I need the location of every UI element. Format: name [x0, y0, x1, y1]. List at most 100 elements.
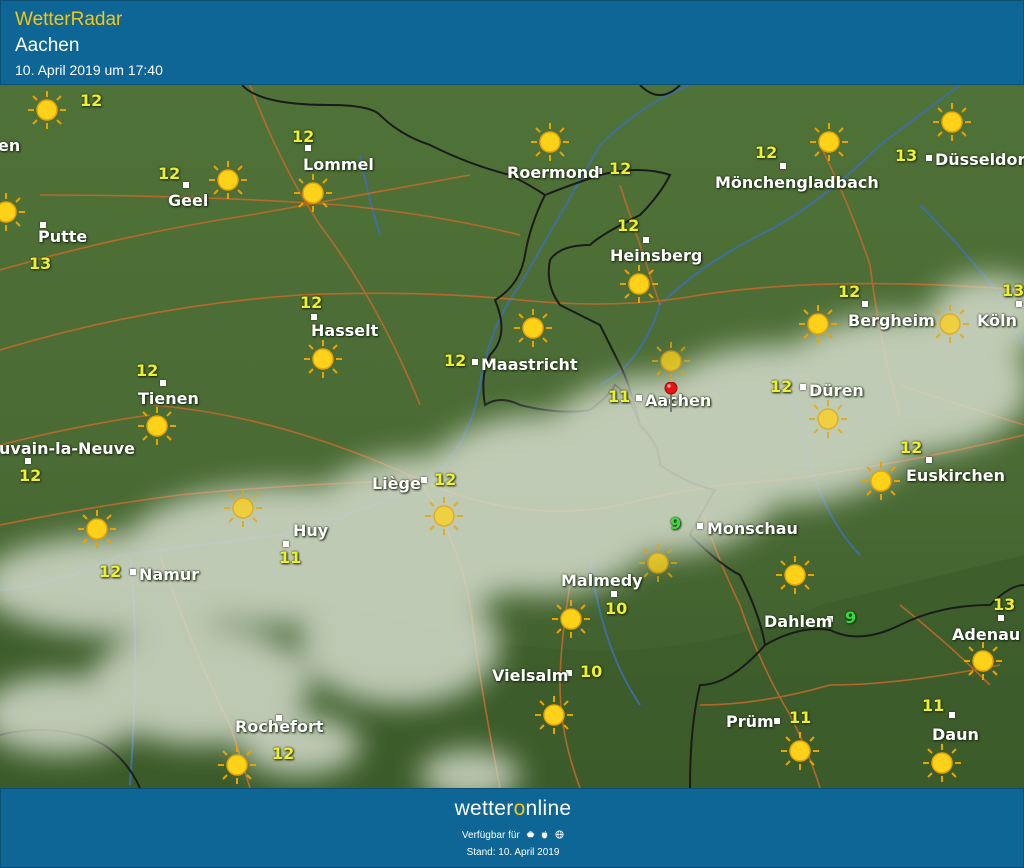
header-bar: WetterRadar Aachen 10. April 2019 um 17:…	[0, 0, 1024, 85]
temperature-label: 12	[755, 143, 778, 162]
sun-icon	[138, 407, 176, 445]
data-timestamp: Stand: 10. April 2019	[466, 847, 560, 858]
weather-map[interactable]: en Lommel Geel Putte Hasselt Tienen uvai…	[0, 85, 1024, 788]
location-pin-icon[interactable]	[664, 382, 678, 412]
temperature-label: 11	[922, 696, 945, 715]
temperature-label: 12	[272, 744, 295, 763]
city-label-daun[interactable]: Daun	[932, 725, 979, 744]
sun-icon	[552, 600, 590, 638]
timestamp: 10. April 2019 um 17:40	[15, 62, 163, 78]
city-dot	[697, 523, 703, 529]
brand-suffix: nline	[525, 797, 572, 820]
web-icon[interactable]	[555, 830, 564, 839]
city-dot	[926, 457, 932, 463]
city-label-adenau[interactable]: Adenau	[952, 625, 1020, 644]
city-label-bergheim[interactable]: Bergheim	[848, 311, 935, 330]
sun-icon	[652, 342, 690, 380]
city-label-geel[interactable]: Geel	[168, 191, 208, 210]
sun-icon	[933, 103, 971, 141]
temperature-label: 13	[993, 595, 1016, 614]
city-label-mgladbach[interactable]: Mönchengladbach	[715, 173, 879, 192]
brand-o: o	[513, 797, 526, 820]
sun-icon	[224, 489, 262, 527]
available-label: Verfügbar für	[461, 830, 520, 841]
sun-icon	[964, 642, 1002, 680]
temperature-label: 12	[900, 438, 923, 457]
city-label-heinsberg[interactable]: Heinsberg	[610, 246, 702, 265]
city-label-monschau[interactable]: Monschau	[707, 519, 798, 538]
sun-icon	[304, 340, 342, 378]
sun-icon	[514, 309, 552, 347]
temperature-label: 12	[300, 293, 323, 312]
city-dot	[421, 477, 427, 483]
temperature-label: 13	[895, 146, 918, 165]
city-label-dahlem[interactable]: Dahlem	[764, 612, 832, 631]
city-label-namur[interactable]: Namur	[139, 565, 199, 584]
city-label-vielsalm[interactable]: Vielsalm	[492, 666, 568, 685]
temperature-label: 12	[99, 562, 122, 581]
temperature-label: 9	[670, 514, 682, 533]
sun-icon	[931, 305, 969, 343]
temperature-label: 13	[29, 254, 52, 273]
sun-icon	[809, 400, 847, 438]
city-dot	[800, 384, 806, 390]
temperature-label: 11	[279, 548, 302, 567]
sun-icon	[923, 744, 961, 782]
city-label-liege[interactable]: Liège	[372, 474, 421, 493]
sun-icon	[531, 123, 569, 161]
apple-icon[interactable]	[540, 830, 549, 839]
temperature-label: 12	[617, 216, 640, 235]
temperature-label: 13	[1002, 281, 1024, 300]
city-dot	[160, 380, 166, 386]
city-label-rochefort[interactable]: Rochefort	[235, 717, 324, 736]
brand-logo[interactable]: wetteronline	[1, 797, 1024, 821]
temperature-label: 12	[838, 282, 861, 301]
city-dot	[130, 569, 136, 575]
footer-bar: wetteronline Verfügbar für Stand: 10. Ap…	[0, 788, 1024, 868]
city-label-koeln[interactable]: Köln	[977, 311, 1017, 330]
temperature-label: 12	[292, 127, 315, 146]
city-label-lommel[interactable]: Lommel	[303, 155, 374, 174]
android-icon[interactable]	[526, 830, 535, 839]
sun-icon	[78, 510, 116, 548]
city-label-malmedy[interactable]: Malmedy	[561, 571, 643, 590]
brand-prefix: wetter	[454, 797, 514, 820]
city-label-huy[interactable]: Huy	[293, 521, 328, 540]
temperature-label: 12	[444, 351, 467, 370]
city-label-duesseldorf[interactable]: Düsseldorf	[935, 150, 1024, 169]
city-label-edge-left[interactable]: en	[0, 136, 20, 155]
city-label-putte[interactable]: Putte	[38, 227, 87, 246]
city-dot	[862, 301, 868, 307]
sun-icon	[810, 123, 848, 161]
city-label-louvain[interactable]: uvain-la-Neuve	[0, 439, 135, 458]
city-dot	[774, 718, 780, 724]
sun-icon	[218, 746, 256, 784]
app-title: WetterRadar	[15, 9, 123, 30]
city-dot	[998, 615, 1004, 621]
city-label-maastricht[interactable]: Maastricht	[481, 355, 578, 374]
city-dot	[780, 163, 786, 169]
city-label-pruem[interactable]: Prüm	[726, 712, 774, 731]
sun-icon	[425, 497, 463, 535]
sun-icon	[535, 696, 573, 734]
sun-icon	[28, 91, 66, 129]
city-dot	[25, 458, 31, 464]
city-label-hasselt[interactable]: Hasselt	[311, 321, 378, 340]
city-label-dueren[interactable]: Düren	[809, 381, 864, 400]
sun-icon	[294, 174, 332, 212]
city-dot	[472, 359, 478, 365]
temperature-label: 11	[608, 387, 631, 406]
temperature-label: 9	[845, 608, 857, 627]
city-label-aachen[interactable]: Aachen	[645, 391, 711, 410]
city-label-roermond[interactable]: Roermond	[507, 163, 600, 182]
temperature-label: 12	[19, 466, 42, 485]
temperature-label: 12	[609, 159, 632, 178]
sun-icon	[639, 544, 677, 582]
sun-icon	[776, 556, 814, 594]
city-dot	[283, 541, 289, 547]
sun-icon	[0, 193, 25, 231]
city-label-tienen[interactable]: Tienen	[138, 389, 199, 408]
city-label-euskirchen[interactable]: Euskirchen	[906, 466, 1005, 485]
temperature-label: 11	[789, 708, 812, 727]
city-dot	[311, 314, 317, 320]
